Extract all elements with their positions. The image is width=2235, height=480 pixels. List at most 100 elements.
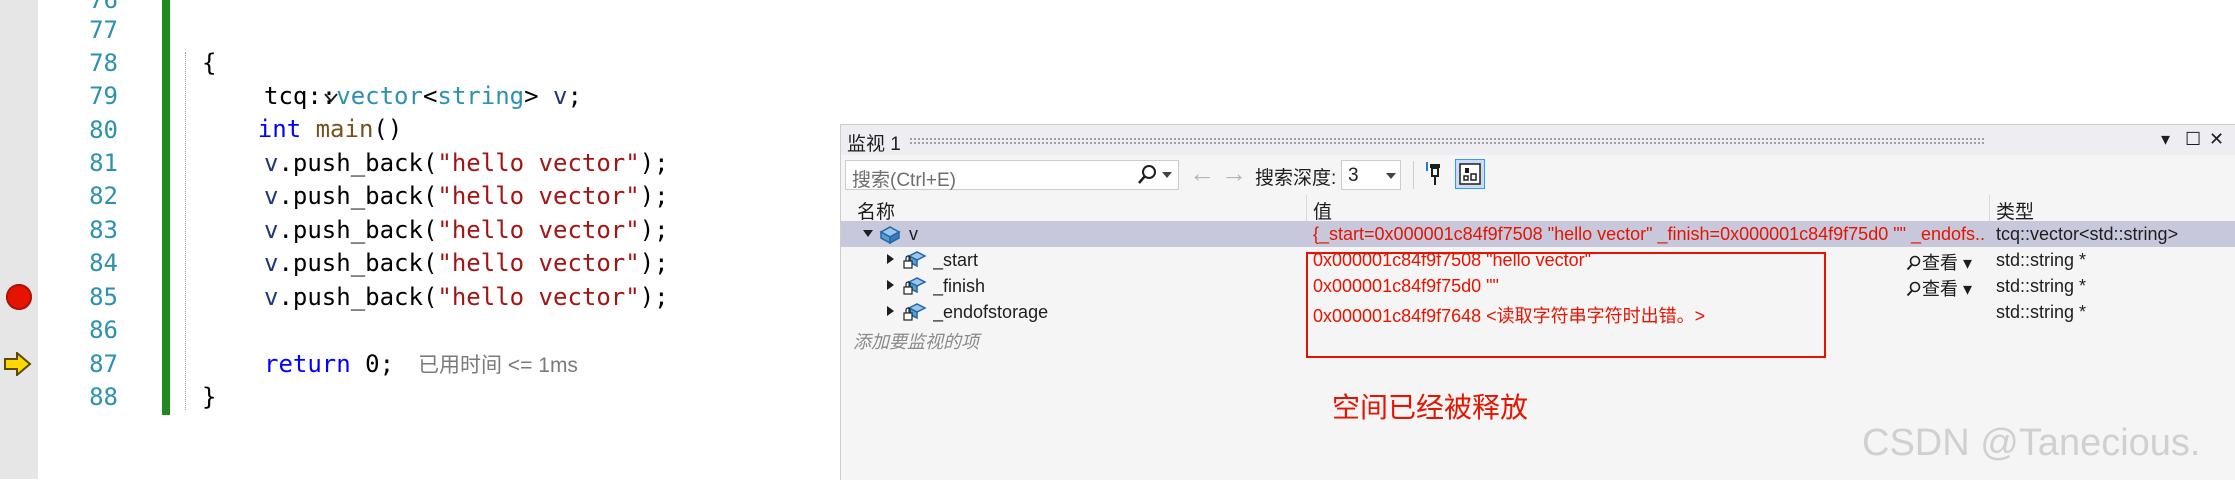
punctuation: );	[639, 283, 669, 311]
line-number: 87	[89, 350, 118, 378]
add-watch-placeholder[interactable]: 添加要监视的项	[853, 328, 979, 354]
maximize-button[interactable]: ☐	[2185, 129, 2201, 150]
expand-triangle-icon[interactable]	[887, 306, 894, 316]
close-button[interactable]: ✕	[2209, 129, 2224, 150]
back-arrow-icon[interactable]: ←	[1189, 158, 1215, 189]
string-literal: "hello vector"	[437, 249, 640, 277]
watch-row[interactable]: v {_start=0x000001c84f9f7508 "hello vect…	[841, 221, 2235, 247]
angle-open: <	[422, 82, 438, 110]
brace: {	[202, 49, 217, 77]
breakpoint-icon[interactable]	[6, 284, 32, 310]
expand-triangle-icon[interactable]	[887, 280, 894, 290]
line-number: 82	[89, 182, 118, 210]
number-literal: 0;	[365, 350, 395, 378]
line-number: 86	[89, 316, 118, 344]
window-menu-button[interactable]: ▾	[2161, 129, 2170, 150]
string-literal: "hello vector"	[437, 216, 640, 244]
column-name-header[interactable]: 名称	[857, 197, 895, 224]
column-divider[interactable]	[1306, 195, 1307, 221]
magnifier-icon	[1906, 281, 1921, 297]
string-literal: "hello vector"	[437, 182, 640, 210]
method-call: .push_back(	[278, 182, 438, 210]
search-options-chevron-icon[interactable]	[1162, 172, 1172, 178]
variable: v	[264, 283, 279, 311]
angle-close: >	[524, 82, 539, 110]
line-number: 88	[89, 383, 118, 411]
line-number: 78	[89, 49, 118, 77]
elapsed-time-hint: 已用时间 <= 1ms	[418, 354, 578, 377]
search-placeholder: 搜索(Ctrl+E)	[852, 170, 956, 191]
view-label: 查看	[1922, 253, 1958, 273]
watch-item-type: std::string *	[1996, 250, 2087, 270]
watch-item-value[interactable]: {_start=0x000001c84f9f7508 "hello vector…	[1313, 224, 1985, 245]
private-field-icon	[903, 303, 927, 321]
punctuation: );	[639, 249, 669, 277]
code-line-84: v.push_back("hello vector");	[264, 247, 669, 280]
private-field-icon	[903, 277, 927, 295]
view-button[interactable]: 查看 ▾	[1906, 249, 1972, 275]
line-numbers: 76 77 78 79 80 81 82 83 84 85 86 87 88	[38, 0, 118, 479]
variable: v	[264, 149, 279, 177]
view-button[interactable]: 查看 ▾	[1906, 275, 1972, 301]
search-input[interactable]: 搜索(Ctrl+E)	[845, 160, 1179, 191]
watch-item-type: std::string *	[1996, 302, 2087, 322]
function-name: main	[315, 115, 374, 143]
method-call: .push_back(	[278, 216, 438, 244]
watch-item-type: std::string *	[1996, 276, 2087, 296]
type-name: vector	[336, 82, 423, 110]
line-number: 80	[89, 116, 118, 144]
toolbar-separator	[1413, 161, 1414, 189]
drag-grip[interactable]	[909, 137, 1984, 145]
breakpoint-gutter[interactable]	[0, 0, 38, 479]
punctuation: );	[639, 149, 669, 177]
change-tracking-bar	[162, 0, 170, 415]
code-line-78: {	[202, 47, 216, 80]
watch-item-name: _finish	[933, 276, 986, 296]
brace: }	[202, 383, 217, 411]
code-line-85: v.push_back("hello vector");	[264, 281, 669, 314]
keyword: return	[264, 350, 351, 378]
semicolon: ;	[567, 82, 582, 110]
collapse-triangle-icon[interactable]	[863, 230, 873, 237]
forward-arrow-icon[interactable]: →	[1221, 158, 1247, 189]
namespace: tcq::	[264, 82, 337, 110]
search-icon[interactable]	[1136, 164, 1158, 186]
hex-display-toggle[interactable]	[1455, 159, 1485, 189]
chevron-down-icon	[1386, 173, 1396, 179]
keyword: int	[257, 115, 302, 143]
method-call: .push_back(	[278, 149, 438, 177]
code-line-82: v.push_back("hello vector");	[264, 180, 669, 213]
search-depth-label: 搜索深度:	[1255, 168, 1337, 189]
collapse-chevron-icon[interactable]	[236, 47, 338, 146]
hex-display-icon	[1459, 163, 1481, 185]
variable: v	[553, 82, 568, 110]
watermark: CSDN @Tanecious.	[1862, 422, 2201, 464]
watch-title-bar[interactable]: 监视 1 ▾ ☐ ✕	[841, 125, 2235, 155]
watch-item-name: _start	[933, 250, 979, 270]
annotation-text: 空间已经被释放	[1332, 392, 1529, 423]
code-line-79: tcq::vector<string> v;	[264, 80, 582, 113]
column-value-header[interactable]: 值	[1313, 197, 1332, 224]
variable: v	[264, 182, 279, 210]
code-line-87: return 0; 已用时间 <= 1ms	[264, 348, 578, 381]
watch-toolbar: 搜索(Ctrl+E) ← → 搜索深度: 3	[841, 155, 2235, 195]
line-number: 84	[89, 249, 118, 277]
line-number: 79	[89, 82, 118, 110]
line-number: 77	[89, 16, 118, 44]
code-editor[interactable]: int main() { tcq::vector<string> v; v.pu…	[178, 0, 828, 479]
pin-icon[interactable]	[1421, 159, 1451, 189]
column-divider[interactable]	[1989, 195, 1990, 221]
object-icon	[879, 226, 901, 244]
highlight-box	[1306, 252, 1826, 358]
code-line-81: v.push_back("hello vector");	[264, 147, 669, 180]
watch-item-type: tcq::vector<std::string>	[1996, 224, 2179, 244]
column-type-header[interactable]: 类型	[1996, 197, 2034, 224]
watch-column-header: 名称 值 类型	[841, 195, 2235, 224]
expand-triangle-icon[interactable]	[887, 254, 894, 264]
type-name: string	[437, 82, 525, 110]
private-field-icon	[903, 251, 927, 269]
punctuation: ()	[373, 115, 403, 143]
method-call: .push_back(	[278, 249, 438, 277]
search-depth-select[interactable]: 3	[1341, 160, 1401, 190]
code-line-83: v.push_back("hello vector");	[264, 214, 669, 247]
